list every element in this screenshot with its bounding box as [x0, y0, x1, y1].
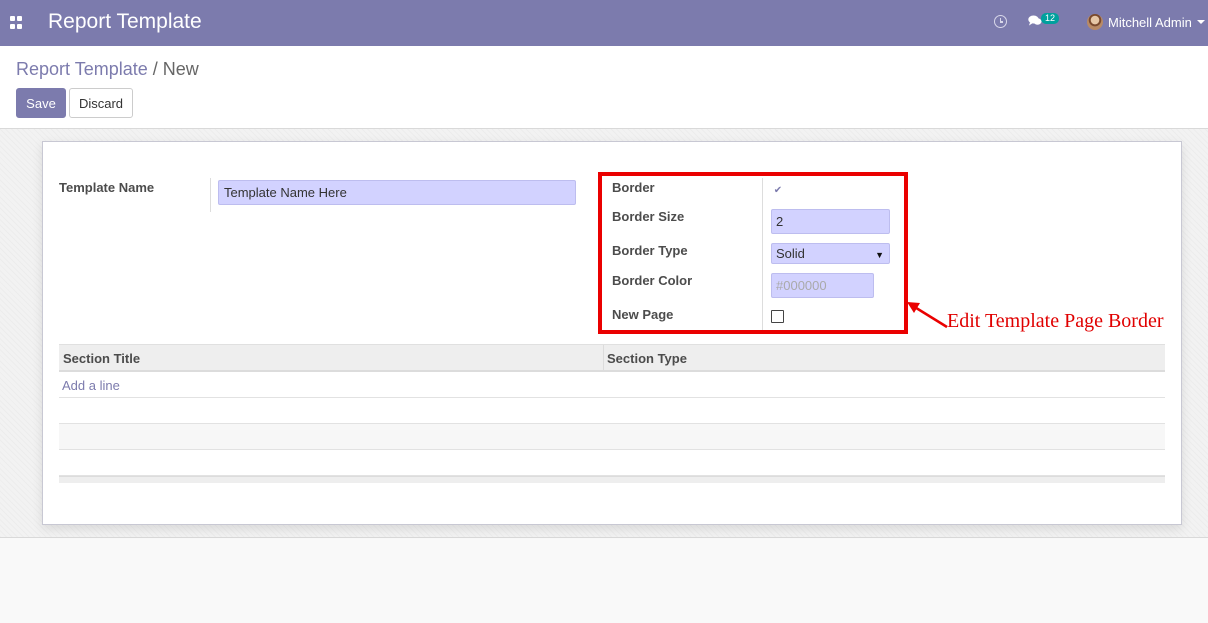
border-size-input[interactable] [771, 209, 890, 234]
breadcrumb-current: New [162, 59, 199, 79]
avatar[interactable] [1087, 14, 1103, 30]
field-divider [762, 178, 763, 330]
new-page-checkbox[interactable] [771, 310, 784, 323]
column-divider [603, 345, 604, 371]
user-menu-name[interactable]: Mitchell Admin [1108, 15, 1192, 30]
clock-icon[interactable] [994, 15, 1007, 28]
add-a-line-link[interactable]: Add a line [62, 378, 120, 393]
caret-down-icon: ▼ [875, 250, 884, 260]
field-divider [210, 178, 211, 212]
breadcrumb: Report Template / New [16, 59, 199, 80]
table-row [59, 398, 1165, 424]
border-color-label: Border Color [612, 273, 693, 288]
chat-badge[interactable]: 12 [1041, 13, 1060, 24]
table-row [59, 450, 1165, 476]
caret-down-icon[interactable] [1197, 20, 1205, 24]
breadcrumb-separator: / [152, 59, 158, 79]
app-title[interactable]: Report Template [48, 10, 202, 34]
template-name-input[interactable] [218, 180, 576, 205]
border-type-label: Border Type [612, 243, 688, 258]
template-name-label: Template Name [59, 180, 155, 195]
border-checkbox[interactable]: ✔ [772, 185, 784, 197]
border-type-value: Solid [776, 246, 805, 261]
control-panel: Report Template / New Save Discard [0, 46, 1208, 129]
new-page-label: New Page [612, 307, 674, 322]
column-header-section-title[interactable]: Section Title [63, 351, 140, 366]
form-sheet: Template Name Border ✔ Border Size Borde… [42, 141, 1182, 525]
apps-icon[interactable] [10, 16, 23, 29]
chat-icon[interactable] [1028, 15, 1042, 26]
annotation-text: Edit Template Page Border [947, 310, 1164, 332]
table-row [59, 424, 1165, 450]
border-label: Border [612, 180, 655, 195]
border-type-select[interactable]: Solid ▼ [771, 243, 890, 264]
table-footer [59, 476, 1165, 483]
table-header: Section Title Section Type [59, 344, 1165, 372]
table-row: Add a line [59, 372, 1165, 398]
top-navbar: Report Template 12 Mitchell Admin [0, 0, 1208, 46]
border-size-label: Border Size [612, 209, 685, 224]
breadcrumb-parent[interactable]: Report Template [16, 59, 148, 79]
annotation-arrow-icon [907, 302, 948, 329]
save-button[interactable]: Save [16, 88, 66, 118]
discard-button[interactable]: Discard [69, 88, 133, 118]
border-color-input[interactable] [771, 273, 874, 298]
column-header-section-type[interactable]: Section Type [607, 351, 687, 366]
